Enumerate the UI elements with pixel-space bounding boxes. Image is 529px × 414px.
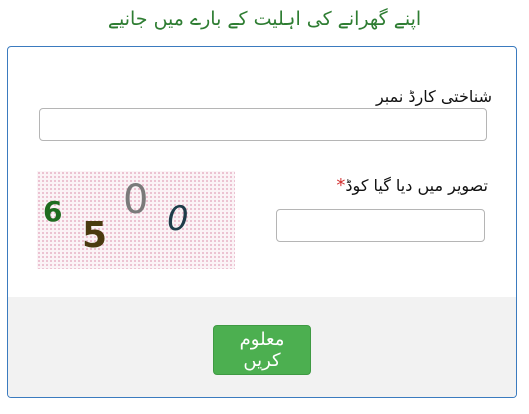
captcha-digit: 5 bbox=[82, 215, 108, 256]
captcha-code-label: تصویر میں دیا گیا کوڈ* bbox=[336, 175, 488, 196]
page-title: اپنے گھرانے کی اہلیت کے بارے میں جانیے bbox=[107, 8, 422, 30]
captcha-code-input[interactable] bbox=[276, 209, 485, 242]
eligibility-form-panel: شناختی کارڈ نمبر تصویر میں دیا گیا کوڈ* … bbox=[7, 46, 517, 398]
find-out-button[interactable]: معلوم کریں bbox=[213, 325, 311, 375]
captcha-digit: 0 bbox=[123, 177, 149, 223]
captcha-digit: 0 bbox=[167, 199, 189, 239]
cnic-input[interactable] bbox=[39, 108, 487, 141]
captcha-code-label-text: تصویر میں دیا گیا کوڈ bbox=[345, 176, 488, 195]
captcha-digit: 6 bbox=[43, 195, 63, 228]
cnic-label: شناختی کارڈ نمبر bbox=[375, 87, 492, 106]
captcha-image: 6 5 0 0 bbox=[37, 171, 235, 269]
